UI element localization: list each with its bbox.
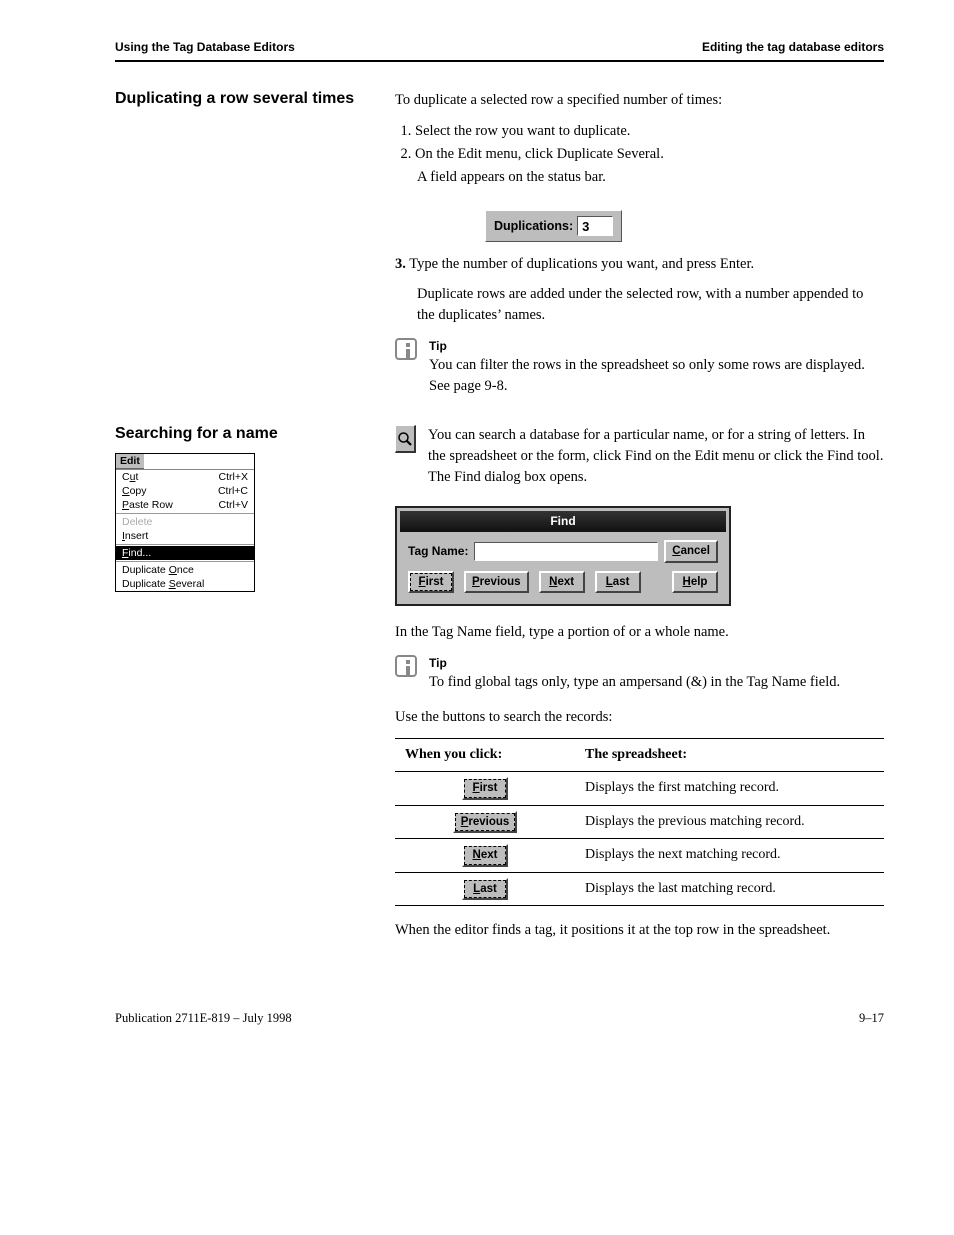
sec1-step3: 3. Type the number of duplications you w… [395, 254, 884, 275]
help-button[interactable]: Help [672, 571, 718, 594]
find-buttons-table: When you click: The spreadsheet: First D… [395, 738, 884, 906]
menu-duplicate-several: Duplicate Several [116, 577, 254, 591]
header-left: Using the Tag Database Editors [115, 40, 295, 54]
footer-right: 9–17 [859, 1011, 884, 1026]
menu-insert: Insert [116, 529, 254, 543]
table-row: First Displays the first matching record… [395, 772, 884, 806]
footer-left: Publication 2711E-819 – July 1998 [115, 1011, 292, 1026]
subhead-searching: Searching for a name [115, 425, 379, 443]
table-cell-desc: Displays the previous matching record. [575, 805, 884, 839]
menu-delete: Delete [116, 515, 254, 529]
header-rule [115, 60, 884, 62]
first-button-sample: First [462, 777, 508, 800]
table-row: Next Displays the next matching record. [395, 839, 884, 873]
sec2-after2: Use the buttons to search the records: [395, 707, 884, 728]
next-button[interactable]: Next [539, 571, 585, 594]
tip2-label: Tip [429, 655, 840, 672]
next-button-sample: Next [462, 844, 508, 867]
tag-name-input[interactable] [474, 542, 658, 561]
table-row: Last Displays the last matching record. [395, 872, 884, 906]
tip2-body: To find global tags only, type an ampers… [429, 672, 840, 693]
duplications-label: Duplications: [494, 217, 573, 235]
menu-duplicate-once: Duplicate Once [116, 563, 254, 577]
table-cell-desc: Displays the next matching record. [575, 839, 884, 873]
edit-menu-title: Edit [116, 454, 144, 469]
subhead-duplicating: Duplicating a row several times [115, 90, 395, 108]
tip-icon [395, 338, 417, 360]
find-tool-icon [395, 425, 416, 453]
menu-copy: CopyCtrl+C [116, 484, 254, 498]
sec1-step3-body: Type the number of duplications you want… [409, 256, 754, 272]
sec2-closing: When the editor finds a tag, it position… [395, 920, 884, 941]
sec2-intro: You can search a database for a particul… [428, 425, 884, 488]
tip2-icon [395, 655, 417, 677]
cancel-button[interactable]: Cancel [664, 540, 718, 563]
previous-button-sample: Previous [453, 811, 518, 834]
tag-name-label: Tag Name: [408, 543, 468, 560]
first-button[interactable]: First [408, 571, 454, 594]
header-right: Editing the tag database editors [702, 40, 884, 54]
menu-paste-row: Paste RowCtrl+V [116, 498, 254, 512]
duplications-input[interactable]: 3 [577, 216, 613, 236]
sec1-step3-lead: 3. [395, 256, 406, 272]
sec1-step-1: Select the row you want to duplicate. [415, 121, 884, 142]
table-cell-desc: Displays the last matching record. [575, 872, 884, 906]
sec1-result: A field appears on the status bar. [417, 167, 884, 188]
sec1-steps: Select the row you want to duplicate. On… [395, 121, 884, 165]
sec1-outcome: Duplicate rows are added under the selec… [417, 284, 884, 326]
sec1-intro: To duplicate a selected row a specified … [395, 90, 884, 111]
menu-cut: CutCtrl+X [116, 470, 254, 484]
duplications-widget: Duplications: 3 [485, 210, 622, 242]
table-cell-desc: Displays the first matching record. [575, 772, 884, 806]
sec2-after1: In the Tag Name field, type a portion of… [395, 622, 884, 643]
find-dialog-title: Find [400, 511, 726, 532]
last-button[interactable]: Last [595, 571, 641, 594]
tip-label: Tip [429, 338, 884, 355]
table-row: Previous Displays the previous matching … [395, 805, 884, 839]
sec1-step-2: On the Edit menu, click Duplicate Severa… [415, 144, 884, 165]
edit-menu-image: Edit CutCtrl+X CopyCtrl+C Paste RowCtrl+… [115, 453, 255, 592]
table-head-1: When you click: [395, 739, 575, 772]
menu-find: Find... [116, 546, 254, 560]
previous-button[interactable]: Previous [464, 571, 529, 594]
find-dialog: Find Tag Name: Cancel First Previous Nex… [395, 506, 731, 606]
table-head-2: The spreadsheet: [575, 739, 884, 772]
tip-body: You can filter the rows in the spreadshe… [429, 355, 884, 397]
last-button-sample: Last [462, 878, 508, 901]
